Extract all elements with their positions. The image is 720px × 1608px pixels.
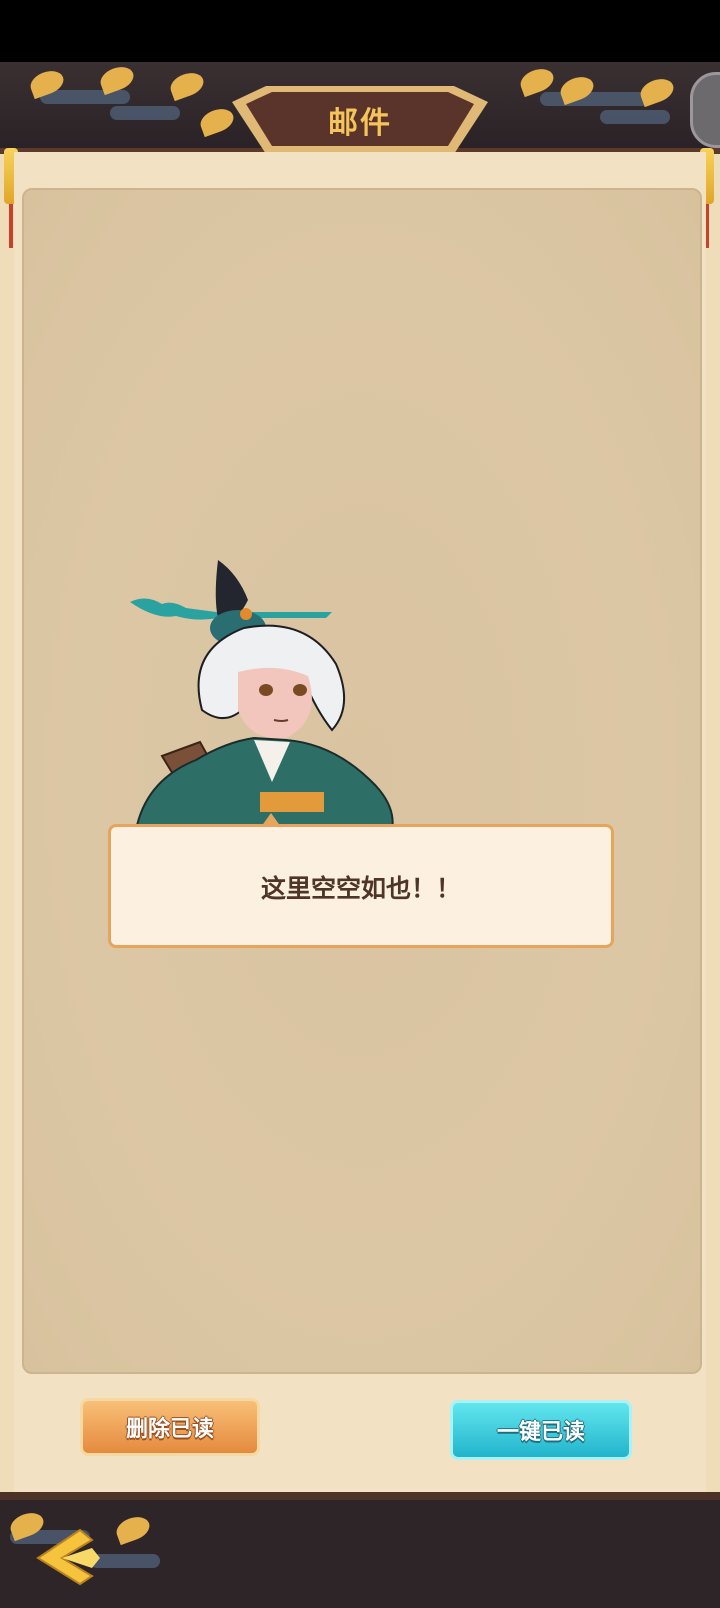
back-arrow-icon[interactable] [34, 1528, 104, 1586]
title-plaque: 邮件 [232, 84, 488, 156]
character-illustration [130, 560, 394, 830]
circle-button-icon[interactable] [690, 72, 720, 148]
delete-read-button[interactable]: 删除已读 [80, 1398, 260, 1456]
tassel-left [9, 204, 13, 248]
status-bar [0, 0, 720, 62]
page-title: 邮件 [328, 106, 392, 141]
empty-state-message: 这里空空如也！！ [260, 874, 461, 903]
empty-state-bubble: 这里空空如也！！ [108, 813, 614, 948]
mark-all-read-button[interactable]: 一键已读 [450, 1400, 632, 1460]
bottom-bar [0, 1492, 720, 1608]
